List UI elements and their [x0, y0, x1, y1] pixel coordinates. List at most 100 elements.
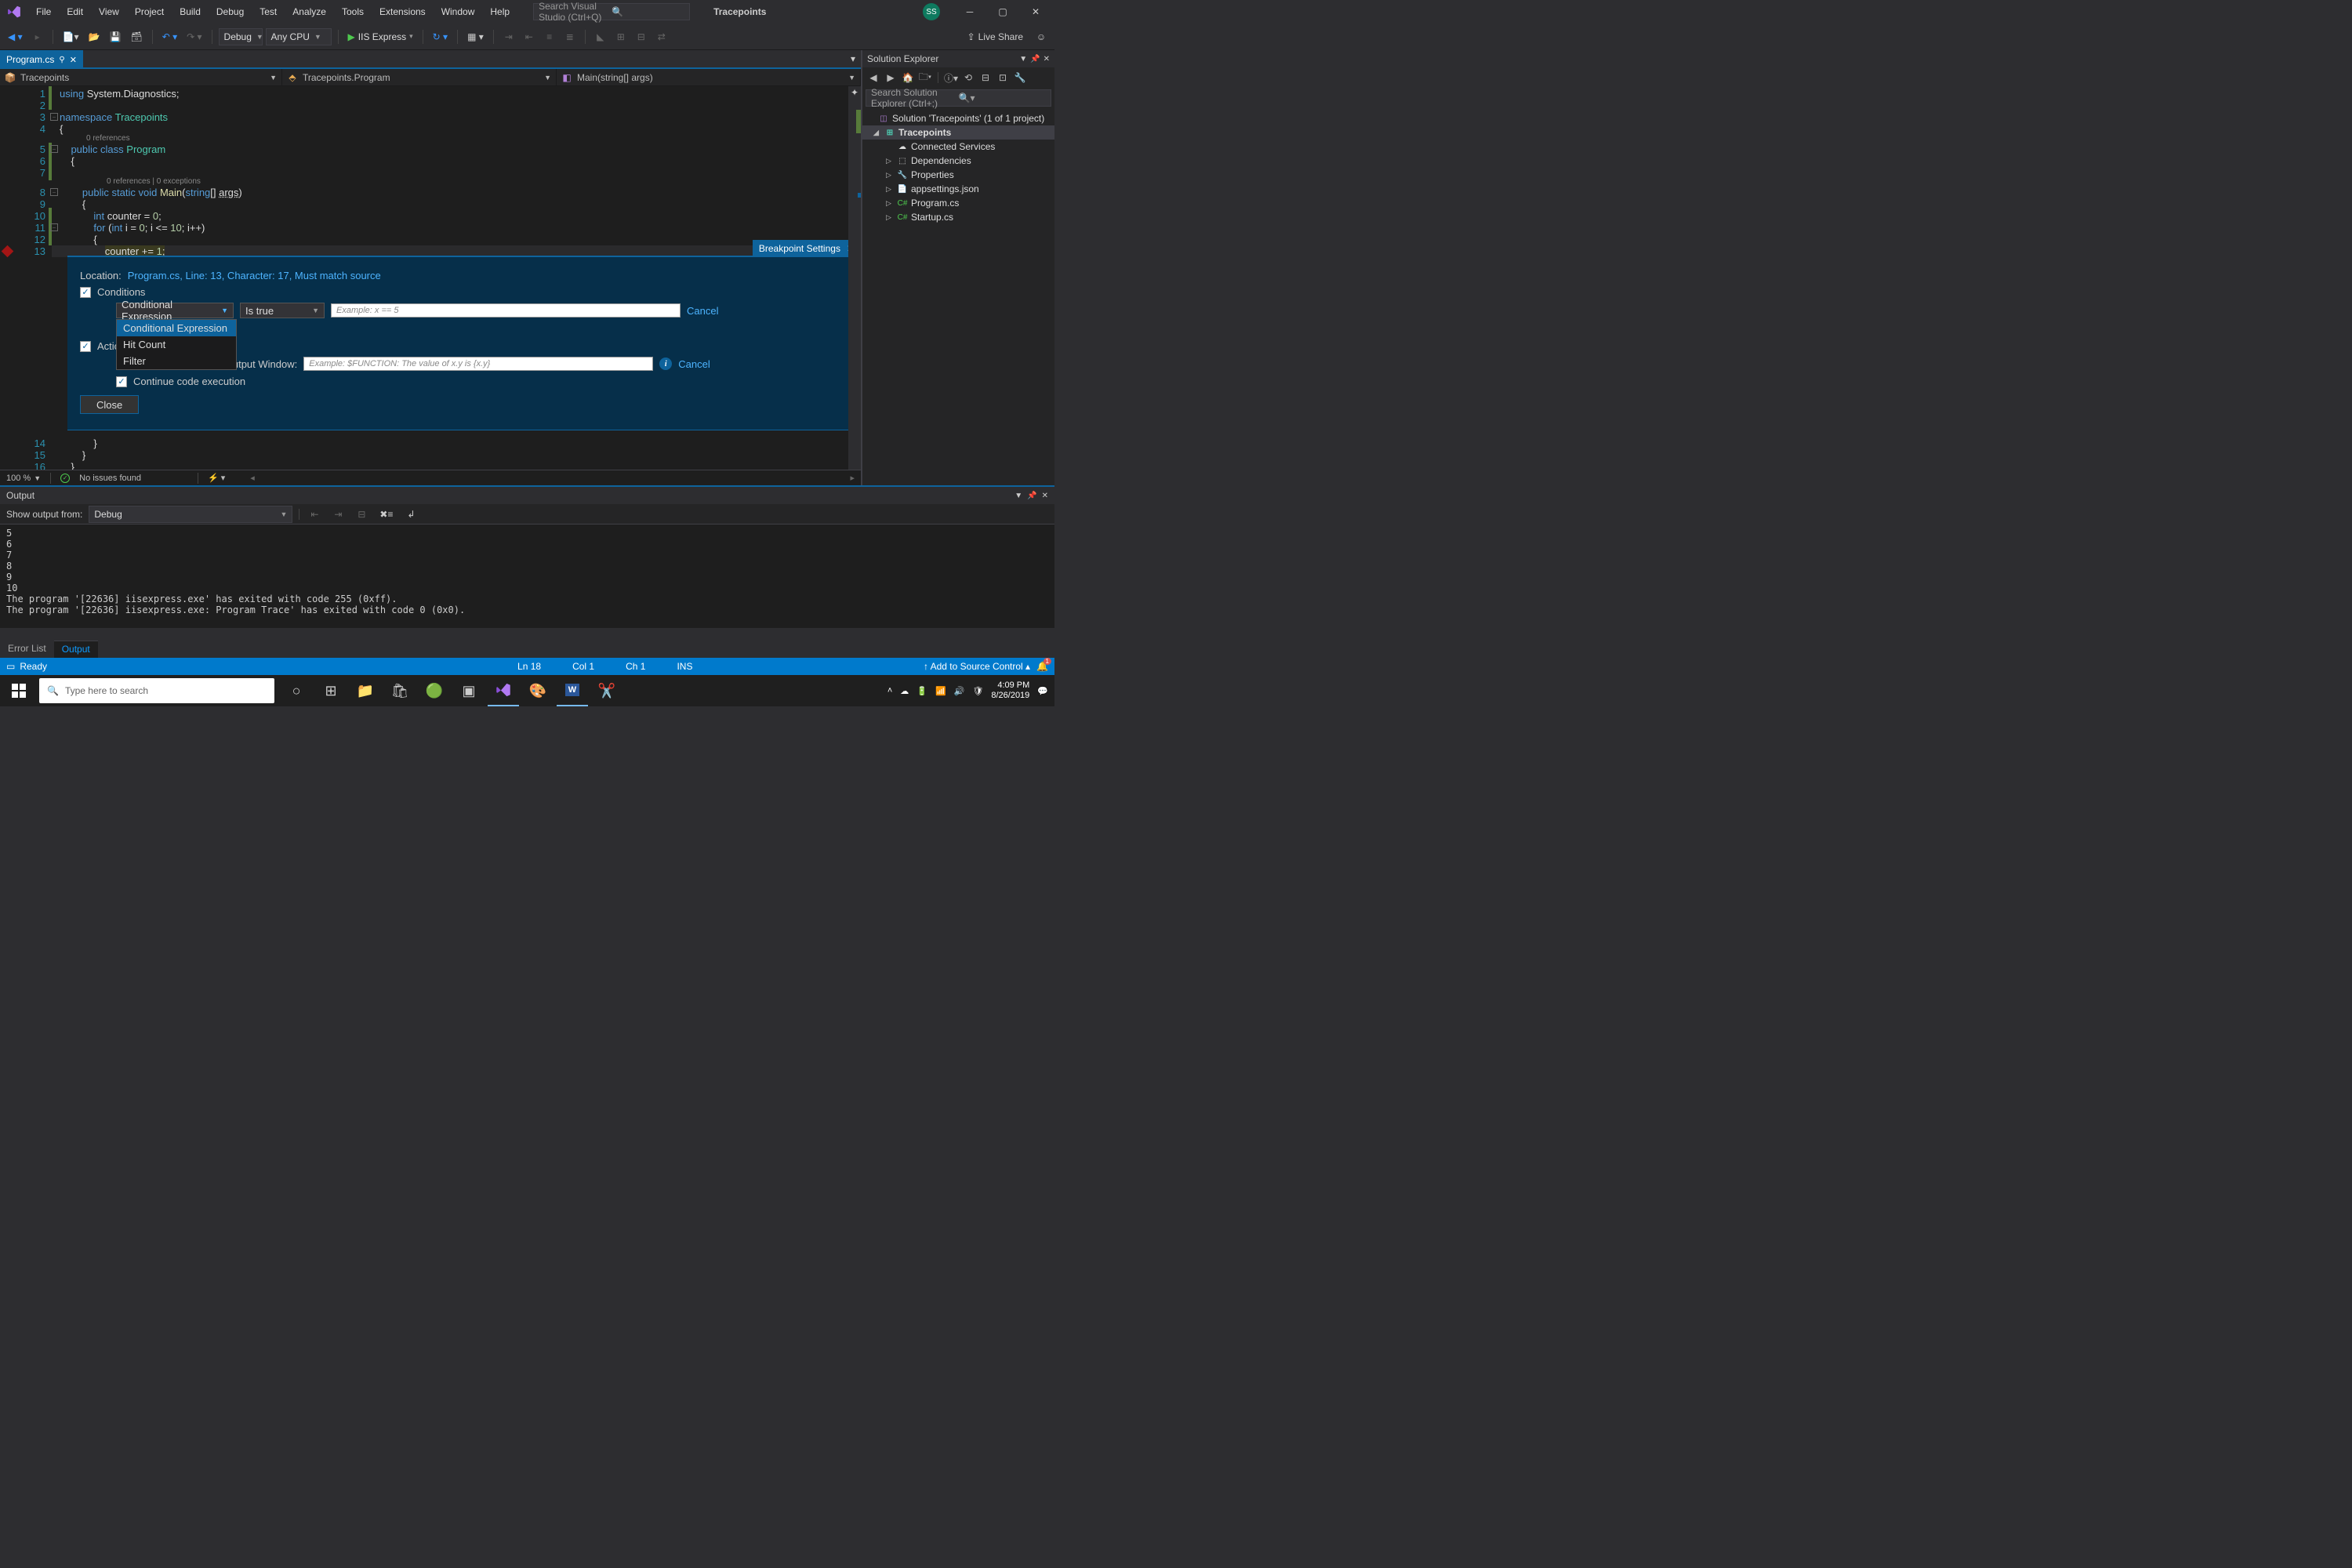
condition-cancel-link[interactable]: Cancel — [687, 305, 718, 317]
continue-checkbox[interactable]: ✓ — [116, 376, 127, 387]
tree-row-solution[interactable]: ◫Solution 'Tracepoints' (1 of 1 project) — [862, 111, 1054, 125]
save-button[interactable]: 💾 — [107, 28, 125, 45]
info-icon[interactable]: i — [659, 358, 672, 370]
tree-row-appsettings[interactable]: ▷📄appsettings.json — [862, 182, 1054, 196]
store-icon[interactable]: 🛍 — [384, 675, 416, 706]
output-text[interactable]: 5 6 7 8 9 10 The program '[22636] iisexp… — [0, 524, 1054, 628]
start-button[interactable] — [0, 675, 38, 706]
sol-fwd-button[interactable]: ▶ — [883, 70, 898, 85]
menu-help[interactable]: Help — [482, 3, 517, 20]
scrollbar-minimap[interactable]: ✦ — [848, 86, 861, 470]
explorer-icon[interactable]: 📁 — [350, 675, 381, 706]
start-debug-button[interactable]: ▶ IIS Express ▾ — [345, 28, 416, 45]
menu-view[interactable]: View — [91, 3, 127, 20]
onedrive-icon[interactable]: ☁ — [900, 686, 909, 696]
extension-button[interactable]: ▦ ▾ — [464, 28, 487, 45]
visual-studio-icon[interactable] — [488, 675, 519, 706]
dropdown-item-conditional[interactable]: Conditional Expression — [117, 320, 236, 336]
out-wrap-button[interactable]: ↲ — [402, 506, 419, 523]
message-input[interactable] — [303, 357, 653, 371]
clock[interactable]: 4:09 PM 8/26/2019 — [991, 681, 1029, 701]
tree-row-connected[interactable]: ☁Connected Services — [862, 140, 1054, 154]
out-btn-2[interactable]: ⇥ — [329, 506, 347, 523]
tray-chevron-icon[interactable]: ˄ — [887, 686, 892, 695]
task-view-icon[interactable]: ⊞ — [315, 675, 347, 706]
uncomment-button[interactable]: ⊟ — [633, 28, 650, 45]
volume-icon[interactable]: 🔊 — [954, 686, 965, 696]
tree-row-dependencies[interactable]: ▷⬚Dependencies — [862, 154, 1054, 168]
bookmark-button[interactable]: ◣ — [592, 28, 609, 45]
feedback-button[interactable]: ☺ — [1033, 28, 1050, 45]
app-icon-1[interactable]: 🟢 — [419, 675, 450, 706]
condition-type-combo[interactable]: Conditional Expression▼ Conditional Expr… — [116, 303, 234, 318]
solution-search-box[interactable]: Search Solution Explorer (Ctrl+;)🔍▾ — [866, 89, 1051, 107]
condition-op-combo[interactable]: Is true▼ — [240, 303, 325, 318]
step-button-3[interactable]: ≡ — [541, 28, 558, 45]
condition-value-input[interactable] — [331, 303, 681, 318]
sol-scope-button[interactable]: ⓘ▾ — [943, 70, 959, 85]
nav-method-combo[interactable]: ◧Main(string[] args)▼ — [557, 69, 861, 85]
tree-row-program[interactable]: ▷C#Program.cs — [862, 196, 1054, 210]
menu-window[interactable]: Window — [434, 3, 483, 20]
open-button[interactable]: 📂 — [85, 28, 103, 45]
panel-pin-icon[interactable]: 📌 — [1027, 492, 1036, 500]
pin-icon[interactable]: ⚲ — [59, 56, 64, 64]
menu-tools[interactable]: Tools — [334, 3, 372, 20]
close-tab-icon[interactable]: ✕ — [70, 55, 77, 65]
step-button-4[interactable]: ≣ — [561, 28, 579, 45]
source-control-button[interactable]: ↑ Add to Source Control ▴ — [924, 661, 1030, 672]
new-project-button[interactable]: 📄▾ — [60, 28, 82, 45]
actions-checkbox[interactable]: ✓ — [80, 341, 91, 352]
comment-button[interactable]: ⊞ — [612, 28, 630, 45]
nav-back-button[interactable]: ◀ ▾ — [5, 28, 26, 45]
notifications-tray-icon[interactable]: 💬 — [1037, 686, 1048, 696]
platform-combo[interactable]: Any CPU▼ — [266, 28, 332, 45]
menu-extensions[interactable]: Extensions — [372, 3, 434, 20]
minimize-button[interactable]: ─ — [954, 1, 985, 23]
conditions-checkbox[interactable]: ✓ — [80, 287, 91, 298]
menu-project[interactable]: Project — [127, 3, 172, 20]
word-icon[interactable]: W — [557, 675, 588, 706]
snip-icon[interactable]: ✂️ — [591, 675, 622, 706]
menu-test[interactable]: Test — [252, 3, 285, 20]
zoom-combo[interactable]: 100 %▼ — [6, 474, 41, 483]
undo-button[interactable]: ↶ ▾ — [159, 28, 180, 45]
sol-sync-button[interactable]: 🗀▾ — [917, 70, 933, 85]
sol-collapse-button[interactable]: ⊟ — [978, 70, 993, 85]
out-btn-1[interactable]: ⇤ — [306, 506, 323, 523]
out-clear-button[interactable]: ✖≡ — [376, 506, 396, 523]
cortana-icon[interactable]: ○ — [281, 675, 312, 706]
tree-row-startup[interactable]: ▷C#Startup.cs — [862, 210, 1054, 224]
menu-build[interactable]: Build — [172, 3, 209, 20]
panel-close-icon[interactable]: ✕ — [1044, 55, 1050, 64]
output-scrollbar[interactable] — [0, 628, 1054, 641]
output-source-combo[interactable]: Debug▼ — [89, 506, 292, 523]
maximize-button[interactable]: ▢ — [987, 1, 1018, 23]
quick-search-box[interactable]: Search Visual Studio (Ctrl+Q) 🔍 — [533, 3, 690, 20]
save-all-button[interactable]: 🗃 — [127, 28, 145, 45]
menu-edit[interactable]: Edit — [59, 3, 91, 20]
user-avatar[interactable]: SS — [923, 3, 940, 20]
sol-refresh-button[interactable]: ⟲ — [960, 70, 976, 85]
breakpoint-glyph[interactable] — [2, 245, 14, 258]
windows-search-box[interactable]: 🔍 Type here to search — [39, 678, 274, 703]
figma-icon[interactable]: 🎨 — [522, 675, 554, 706]
gutter[interactable]: 1 2 3− 4 5− 6 7 8− 9 10 11− 12 13 14 15 … — [0, 86, 52, 470]
menu-analyze[interactable]: Analyze — [285, 3, 334, 20]
close-window-button[interactable]: ✕ — [1020, 1, 1051, 23]
tab-overflow-button[interactable]: ▾ — [845, 50, 861, 69]
code-body[interactable]: using System.Diagnostics; namespace Trac… — [52, 86, 861, 470]
errors-indicator[interactable]: ⚡ ▾ — [208, 473, 225, 483]
document-tab-program[interactable]: Program.cs ⚲ ✕ — [0, 50, 83, 69]
panel-pin-icon[interactable]: 📌 — [1030, 55, 1040, 64]
panel-dropdown-icon[interactable]: ▼ — [1019, 55, 1027, 64]
nav-class-combo[interactable]: ⬘Tracepoints.Program▼ — [282, 69, 557, 85]
nav-fwd-button[interactable]: ▸ — [29, 28, 46, 45]
close-button[interactable]: Close — [80, 395, 139, 414]
browser-link-button[interactable]: ↻ ▾ — [430, 28, 451, 45]
dropdown-item-filter[interactable]: Filter — [117, 353, 236, 369]
sol-showall-button[interactable]: ⊡ — [995, 70, 1011, 85]
security-icon[interactable]: 🛡 — [972, 686, 983, 696]
tree-row-properties[interactable]: ▷🔧Properties — [862, 168, 1054, 182]
sol-back-button[interactable]: ◀ — [866, 70, 881, 85]
